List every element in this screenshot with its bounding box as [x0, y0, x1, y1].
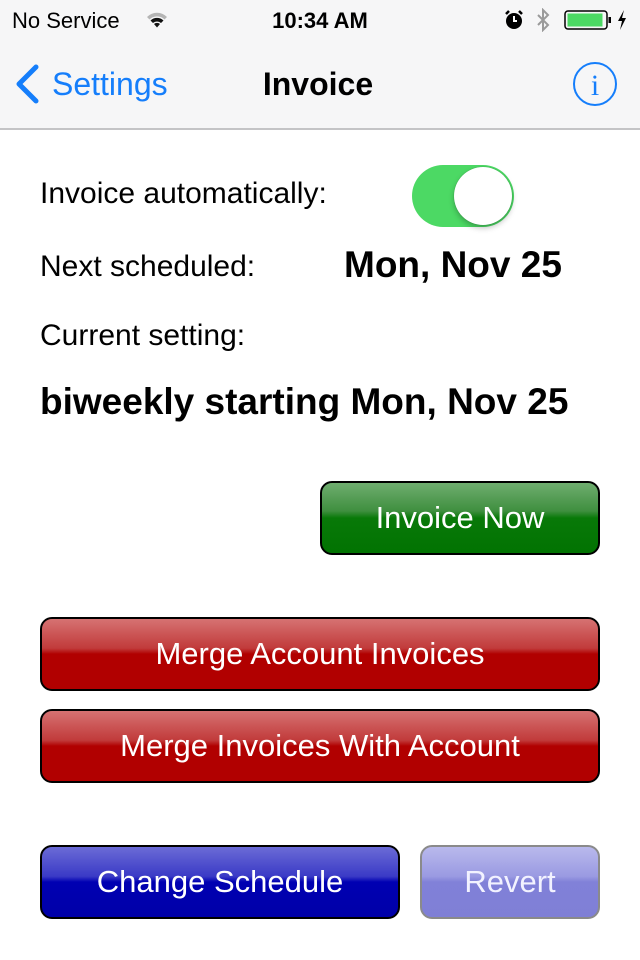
charging-icon — [618, 10, 626, 30]
status-bar: No Service 10:34 AM — [0, 0, 640, 40]
battery-icon — [564, 10, 611, 30]
revert-button[interactable]: Revert — [420, 845, 600, 919]
invoice-automatically-toggle[interactable] — [412, 165, 514, 227]
page-title: Invoice — [262, 66, 374, 102]
invoice-automatically-label: Invoice automatically: — [40, 177, 327, 210]
next-scheduled-value: Mon, Nov 25 — [344, 244, 562, 285]
merge-invoices-with-account-button[interactable]: Merge Invoices With Account — [40, 709, 600, 783]
change-schedule-button[interactable]: Change Schedule — [40, 845, 400, 919]
current-setting-value: biweekly starting Mon, Nov 25 — [40, 381, 569, 422]
invoice-now-button[interactable]: Invoice Now — [320, 481, 600, 555]
bluetooth-icon — [537, 8, 550, 32]
info-icon[interactable]: i — [572, 61, 618, 107]
merge-account-invoices-button[interactable]: Merge Account Invoices — [40, 617, 600, 691]
svg-text:i: i — [591, 69, 599, 102]
alarm-icon — [505, 10, 523, 29]
current-setting-label: Current setting: — [40, 319, 246, 352]
toggle-knob — [454, 167, 512, 225]
navigation-bar: Settings Invoice i — [0, 40, 640, 130]
next-scheduled-label: Next scheduled: — [40, 250, 256, 283]
